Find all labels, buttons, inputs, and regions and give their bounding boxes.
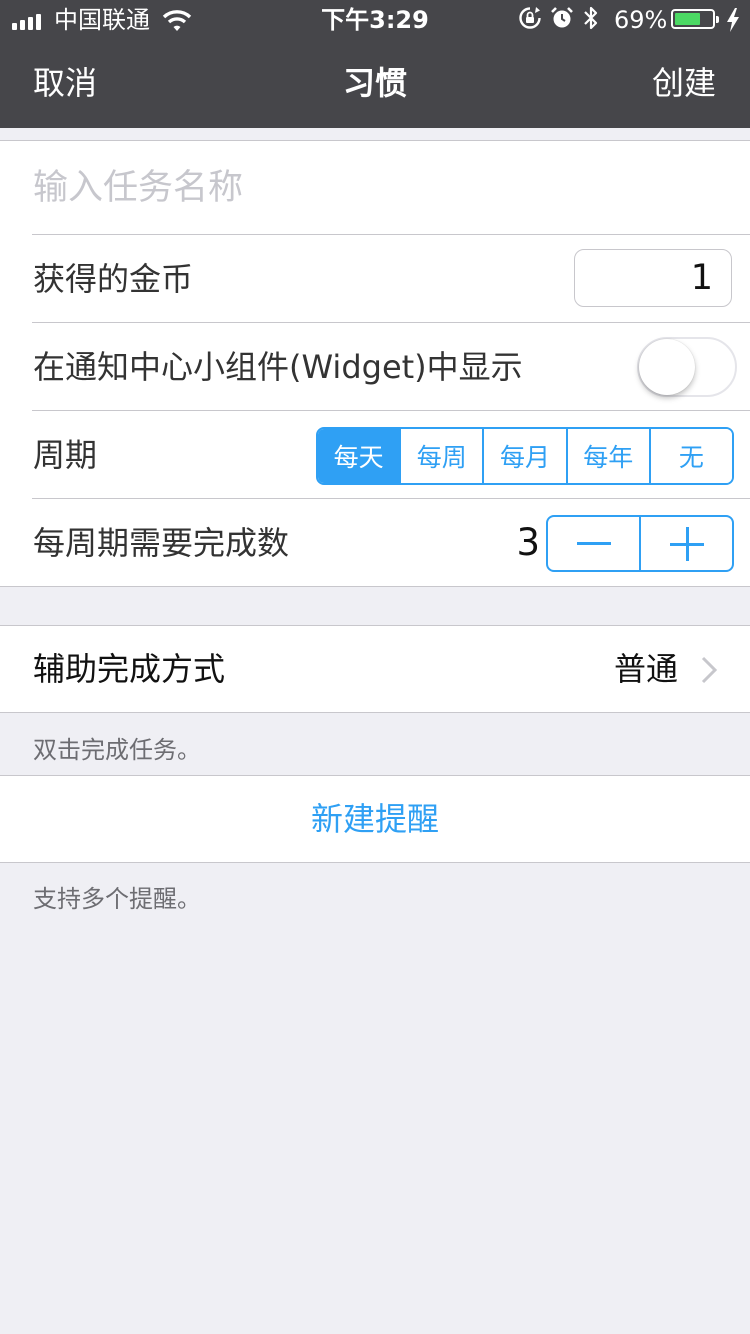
completions-stepper — [546, 515, 734, 572]
battery-icon — [671, 9, 719, 29]
new-reminder-button[interactable]: 新建提醒 — [0, 776, 750, 862]
task-name-input[interactable] — [33, 155, 713, 221]
coins-label: 获得的金币 — [33, 260, 194, 298]
period-option-none[interactable]: 无 — [648, 429, 732, 483]
charging-icon — [726, 8, 740, 36]
alarm-icon — [550, 6, 574, 34]
completions-row: 每周期需要完成数 3 — [0, 499, 750, 587]
assist-mode-label: 辅助完成方式 — [33, 650, 226, 688]
widget-label: 在通知中心小组件(Widget)中显示 — [33, 348, 523, 386]
period-option-yearly[interactable]: 每年 — [565, 429, 649, 483]
new-reminder-button-row: 新建提醒 — [0, 775, 750, 863]
page-title: 习惯 — [342, 64, 407, 102]
widget-row: 在通知中心小组件(Widget)中显示 — [0, 323, 750, 411]
period-label: 周期 — [33, 436, 98, 474]
chevron-right-icon — [700, 656, 718, 688]
nav-bar: 取消 习惯 创建 — [0, 40, 750, 128]
bluetooth-icon — [582, 5, 600, 35]
period-option-monthly[interactable]: 每月 — [482, 429, 566, 483]
coins-row: 获得的金币 1 — [0, 235, 750, 323]
status-icons — [518, 5, 600, 35]
period-segmented-control: 每天 每周 每月 每年 无 — [316, 427, 734, 485]
minus-icon — [576, 542, 611, 545]
habit-form: 获得的金币 1 在通知中心小组件(Widget)中显示 周期 每天 每周 每月 … — [0, 140, 750, 587]
assist-footnote: 双击完成任务。 — [33, 736, 201, 764]
task-name-row — [0, 141, 750, 235]
coins-input[interactable]: 1 — [574, 249, 732, 307]
decrement-button[interactable] — [548, 517, 639, 570]
widget-toggle[interactable] — [637, 337, 737, 397]
completions-label: 每周期需要完成数 — [33, 524, 290, 562]
assist-mode-value: 普通 — [613, 650, 678, 688]
rotation-lock-icon — [518, 6, 542, 34]
battery-percent: 69% — [614, 6, 668, 34]
completions-value: 3 — [516, 521, 540, 564]
period-option-daily[interactable]: 每天 — [318, 429, 400, 483]
status-bar: 中国联通 下午3:29 69% — [0, 0, 750, 40]
increment-button[interactable] — [639, 517, 732, 570]
period-option-weekly[interactable]: 每周 — [399, 429, 483, 483]
period-row: 周期 每天 每周 每月 每年 无 — [0, 411, 750, 499]
create-button[interactable]: 创建 — [652, 60, 716, 106]
plus-icon — [669, 526, 704, 561]
assist-mode-row[interactable]: 辅助完成方式 普通 — [0, 625, 750, 713]
reminder-footnote: 支持多个提醒。 — [33, 885, 201, 913]
toggle-knob — [639, 339, 695, 395]
